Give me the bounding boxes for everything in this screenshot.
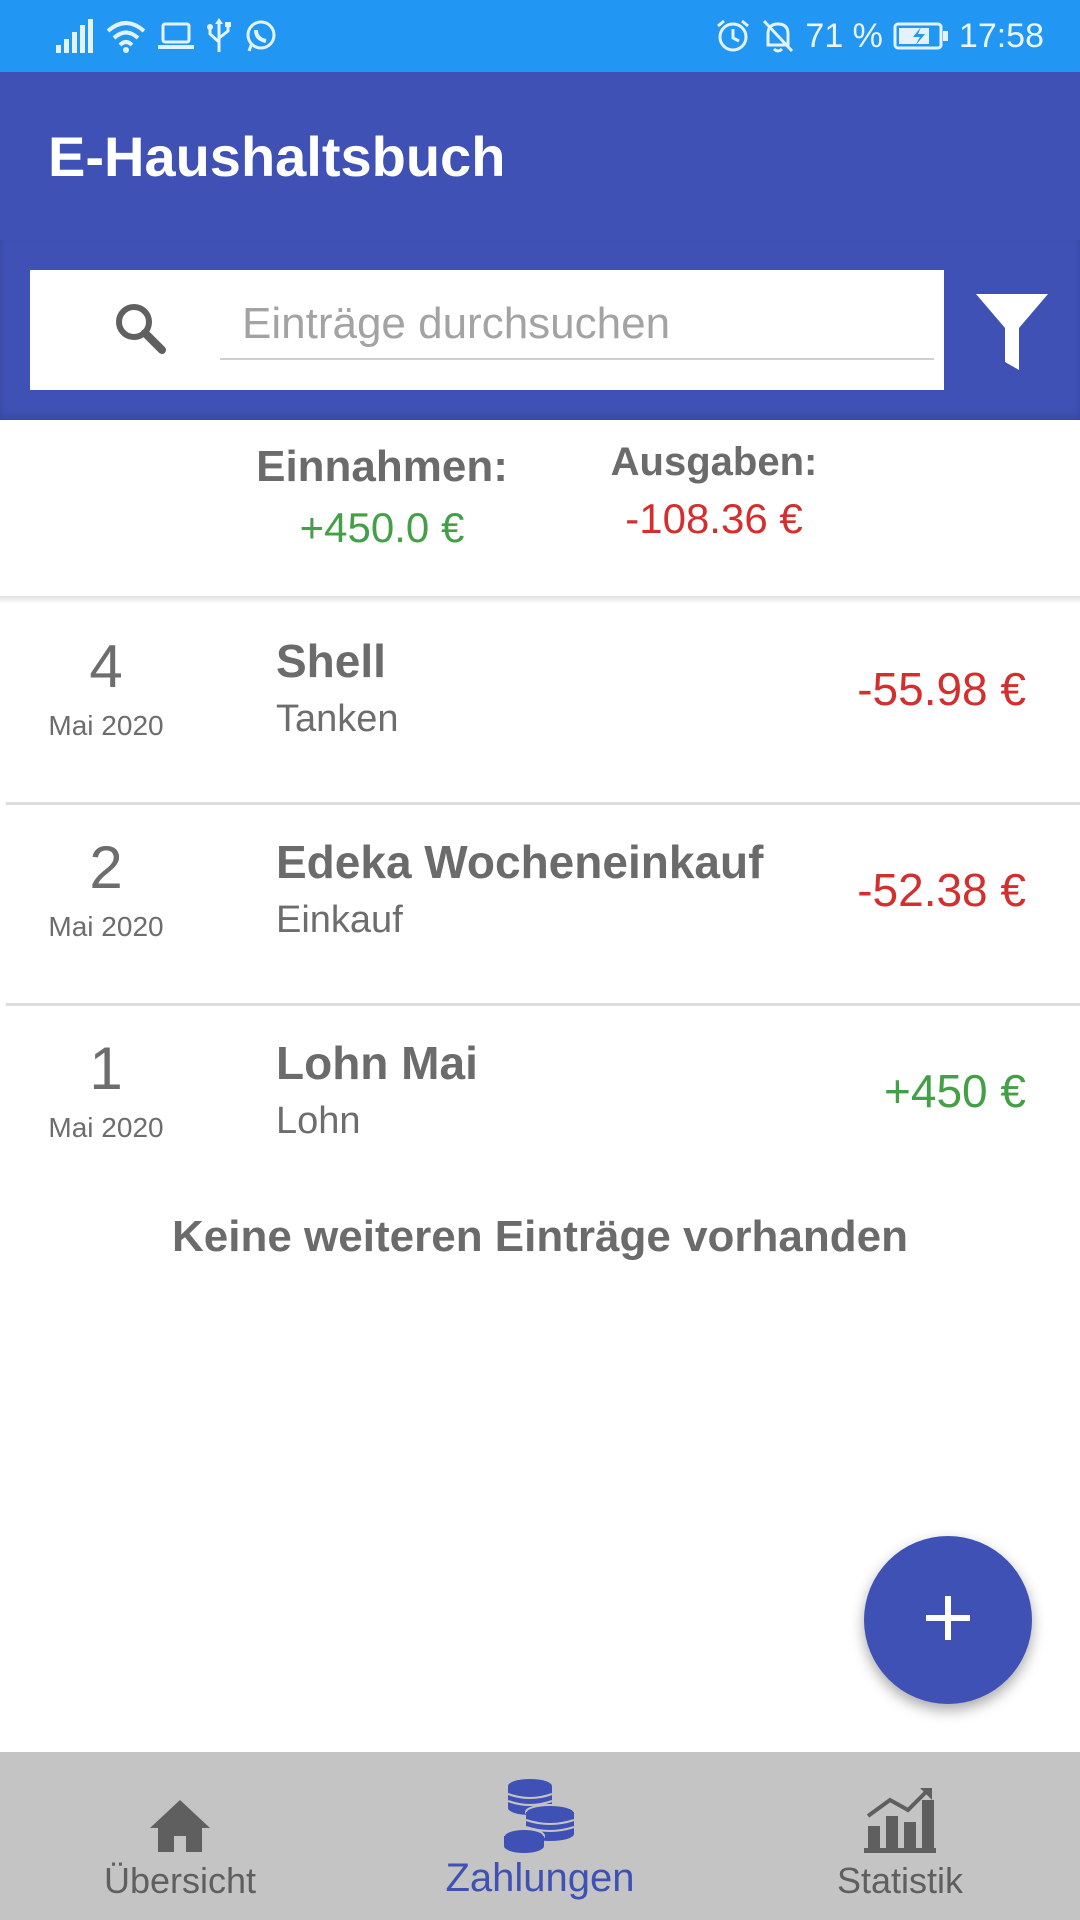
app-bar: E-Haushaltsbuch bbox=[0, 72, 1080, 240]
alarm-icon bbox=[715, 18, 751, 54]
income-label: Einnahmen: bbox=[256, 442, 508, 491]
search-box[interactable] bbox=[30, 270, 944, 390]
status-bar: 71 % 17:58 bbox=[0, 0, 1080, 72]
battery-charging-icon bbox=[893, 21, 949, 51]
list-item[interactable]: 1 Mai 2020 Lohn Mai Lohn +450 € bbox=[6, 1006, 1080, 1204]
summary: Einnahmen: +450.0 € Ausgaben: -108.36 € bbox=[0, 420, 1080, 600]
expense-value: -108.36 € bbox=[625, 495, 803, 542]
wifi-icon bbox=[106, 19, 146, 53]
status-bar-left-icons bbox=[56, 14, 278, 58]
income-summary: Einnahmen: +450.0 € bbox=[232, 442, 532, 552]
entry-amount: +450 € bbox=[884, 1065, 1026, 1117]
filter-icon bbox=[972, 294, 1052, 378]
entries-list: 4 Mai 2020 Shell Tanken -55.98 € 2 Mai 2… bbox=[0, 604, 1080, 1204]
entry-title: Shell bbox=[276, 635, 386, 687]
end-of-list-message: Keine weiteren Einträge vorhanden bbox=[172, 1212, 908, 1261]
summary-divider bbox=[0, 596, 1080, 604]
entry-amount: -55.98 € bbox=[857, 663, 1026, 715]
list-item[interactable]: 2 Mai 2020 Edeka Wocheneinkauf Einkauf -… bbox=[6, 805, 1080, 1006]
coins-icon bbox=[390, 1774, 690, 1854]
entry-month: Mai 2020 bbox=[48, 911, 164, 942]
laptop-icon bbox=[158, 21, 194, 51]
signal-icon bbox=[56, 19, 94, 53]
nav-item-statistik[interactable]: Statistik bbox=[750, 1752, 1050, 1920]
add-entry-button[interactable] bbox=[864, 1536, 1032, 1704]
entry-month: Mai 2020 bbox=[48, 1112, 164, 1143]
list-item[interactable]: 4 Mai 2020 Shell Tanken -55.98 € bbox=[6, 604, 1080, 805]
entry-category: Lohn bbox=[276, 1100, 361, 1142]
search-bar bbox=[0, 240, 1080, 420]
income-value: +450.0 € bbox=[299, 504, 465, 551]
entry-title: Edeka Wocheneinkauf bbox=[276, 836, 764, 888]
expense-summary: Ausgaben: -108.36 € bbox=[584, 440, 844, 543]
chart-icon bbox=[750, 1774, 1050, 1854]
home-icon bbox=[30, 1774, 330, 1854]
nav-label: Zahlungen bbox=[445, 1856, 635, 1900]
entry-amount: -52.38 € bbox=[857, 864, 1026, 916]
whatsapp-icon bbox=[244, 19, 278, 53]
app-title: E-Haushaltsbuch bbox=[48, 125, 506, 188]
entry-title: Lohn Mai bbox=[276, 1037, 478, 1089]
entry-day: 2 bbox=[89, 834, 123, 901]
battery-percent: 71 % bbox=[805, 16, 883, 55]
nav-item-uebersicht[interactable]: Übersicht bbox=[30, 1752, 330, 1920]
plus-icon bbox=[924, 1594, 972, 1647]
nav-item-zahlungen[interactable]: Zahlungen bbox=[390, 1752, 690, 1920]
usb-icon bbox=[206, 18, 232, 54]
nav-label: Statistik bbox=[836, 1860, 964, 1901]
entry-category: Einkauf bbox=[276, 899, 403, 941]
filter-button[interactable] bbox=[972, 290, 1052, 374]
entry-day: 4 bbox=[89, 633, 123, 700]
search-input[interactable] bbox=[220, 290, 934, 360]
expense-label: Ausgaben: bbox=[610, 440, 818, 484]
status-bar-right-icons: 71 % 17:58 bbox=[715, 14, 1044, 58]
entry-month: Mai 2020 bbox=[48, 710, 164, 741]
clock: 17:58 bbox=[958, 16, 1044, 55]
bottom-navigation: Übersicht Zahlungen Statistik bbox=[0, 1752, 1080, 1920]
search-icon bbox=[112, 300, 168, 361]
entry-category: Tanken bbox=[276, 698, 399, 740]
entry-day: 1 bbox=[89, 1035, 123, 1102]
bell-off-icon bbox=[761, 18, 795, 54]
nav-label: Übersicht bbox=[103, 1860, 257, 1901]
